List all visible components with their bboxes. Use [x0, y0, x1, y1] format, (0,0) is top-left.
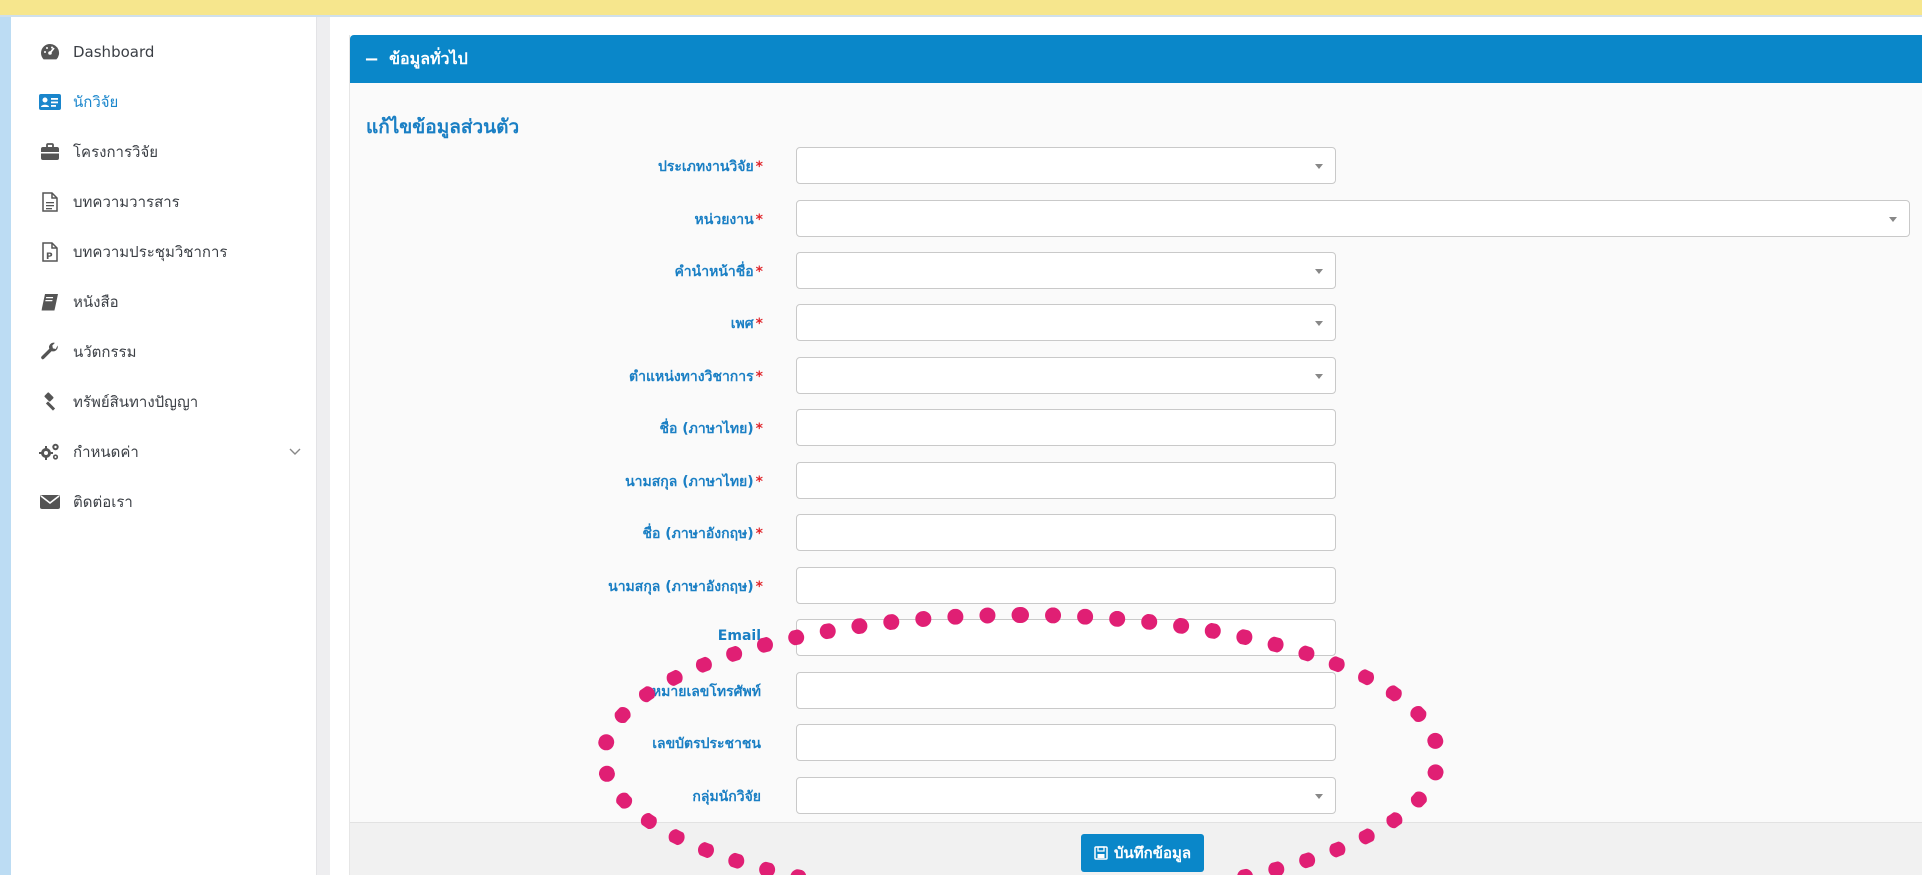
- field-label-research-type: ประเภทงานวิจัย *: [657, 159, 763, 175]
- wrench-icon: [39, 341, 61, 363]
- sidebar-item-label: บทความประชุมวิชาการ: [73, 243, 228, 261]
- panel-title: ข้อมูลทั่วไป: [389, 48, 468, 68]
- sidebar-item-research-project[interactable]: โครงการวิจัย: [39, 137, 158, 167]
- field-label-gender: เพศ *: [730, 316, 763, 332]
- id-card-icon: [39, 91, 61, 113]
- document-p-icon: P: [39, 241, 61, 263]
- sidebar-item-innovation[interactable]: นวัตกรรม: [39, 337, 137, 367]
- gears-icon: [39, 441, 61, 463]
- first-name-th-input[interactable]: [796, 409, 1336, 446]
- sidebar-item-label: กำหนดค่า: [73, 443, 139, 461]
- dashboard-icon: [39, 41, 61, 63]
- field-label-first-name-en: ชื่อ (ภาษาอังกฤษ) *: [642, 526, 763, 542]
- sidebar-item-conference-paper[interactable]: P บทความประชุมวิชาการ: [39, 237, 227, 267]
- sidebar-divider: [316, 17, 330, 875]
- dropdown-caret-icon: [1889, 217, 1897, 222]
- panel-header[interactable]: − ข้อมูลทั่วไป: [350, 35, 1922, 83]
- field-label-last-name-th: นามสกุล (ภาษาไทย) *: [625, 474, 763, 490]
- sidebar-item-label: ทรัพย์สินทางปัญญา: [73, 393, 199, 411]
- sidebar-item-label: Dashboard: [73, 43, 155, 61]
- svg-text:P: P: [46, 252, 53, 262]
- field-label-name-prefix: คำนำหน้าชื่อ *: [674, 264, 763, 280]
- chevron-down-icon: [289, 437, 301, 467]
- sidebar-item-label: บทความวารสาร: [73, 193, 180, 211]
- dropdown-caret-icon: [1315, 374, 1323, 379]
- sidebar-item-label: หนังสือ: [73, 293, 119, 311]
- envelope-icon: [39, 491, 61, 513]
- sidebar-item-contact[interactable]: ติดต่อเรา: [39, 487, 133, 517]
- sidebar-item-book[interactable]: หนังสือ: [39, 287, 119, 317]
- sidebar: Dashboard นักวิจัย โครงการวิจัย บทความวา…: [11, 17, 316, 875]
- name-prefix-select[interactable]: [796, 252, 1336, 289]
- academic-position-select[interactable]: [796, 357, 1336, 394]
- sidebar-item-dashboard[interactable]: Dashboard: [39, 37, 154, 67]
- sidebar-item-intellectual-property[interactable]: ทรัพย์สินทางปัญญา: [39, 387, 198, 417]
- sidebar-item-label: นวัตกรรม: [73, 343, 137, 361]
- gender-select[interactable]: [796, 304, 1336, 341]
- sidebar-item-label: นักวิจัย: [73, 93, 119, 111]
- sidebar-item-researcher[interactable]: นักวิจัย: [39, 87, 118, 117]
- collapse-icon[interactable]: −: [364, 49, 379, 70]
- gavel-icon: [39, 391, 61, 413]
- dropdown-caret-icon: [1315, 269, 1323, 274]
- sidebar-item-settings[interactable]: กำหนดค่า: [39, 437, 304, 467]
- research-type-select[interactable]: [796, 147, 1336, 184]
- field-label-first-name-th: ชื่อ (ภาษาไทย) *: [659, 421, 763, 437]
- sidebar-item-label: โครงการวิจัย: [73, 143, 159, 161]
- field-label-academic-position: ตำแหน่งทางวิชาการ *: [629, 369, 763, 385]
- briefcase-icon: [39, 141, 61, 163]
- first-name-en-input[interactable]: [796, 514, 1336, 551]
- last-name-th-input[interactable]: [796, 462, 1336, 499]
- form-title: แก้ไขข้อมูลส่วนตัว: [366, 116, 520, 138]
- top-band: [0, 0, 1922, 17]
- dropdown-caret-icon: [1315, 321, 1323, 326]
- field-label-department: หน่วยงาน *: [694, 212, 763, 228]
- book-icon: [39, 291, 61, 313]
- sidebar-item-journal-article[interactable]: บทความวารสาร: [39, 187, 180, 217]
- field-label-email: Email: [717, 628, 761, 644]
- department-select[interactable]: [796, 200, 1910, 237]
- left-strip: [0, 17, 11, 875]
- last-name-en-input[interactable]: [796, 567, 1336, 604]
- document-icon: [39, 191, 61, 213]
- sidebar-item-label: ติดต่อเรา: [73, 493, 133, 511]
- field-label-last-name-en: นามสกุล (ภาษาอังกฤษ) *: [608, 579, 763, 595]
- dropdown-caret-icon: [1315, 164, 1323, 169]
